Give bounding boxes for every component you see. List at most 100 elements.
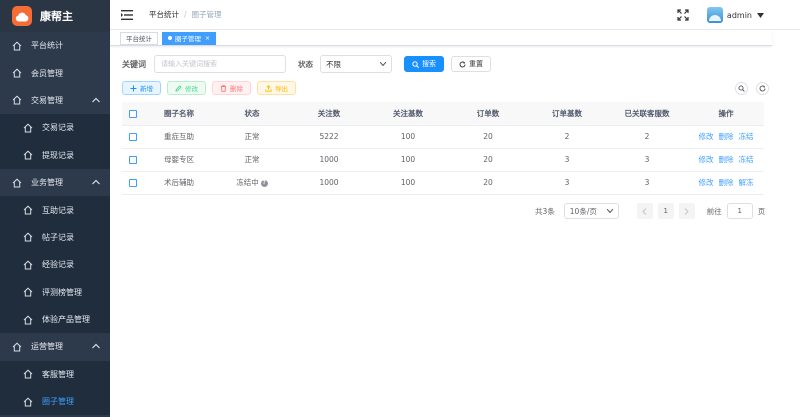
cell-value: 5222 (319, 132, 339, 141)
cell-value: 1000 (319, 155, 339, 164)
cell-value: 术后辅助 (164, 178, 194, 187)
tag-dashboard[interactable]: 平台统计 (120, 31, 158, 45)
delete-link[interactable]: 删除 (719, 132, 734, 141)
chevron-down-icon (606, 209, 613, 213)
trash-icon (220, 84, 227, 92)
cell-status: 冻结中? (214, 171, 290, 195)
close-icon[interactable]: × (205, 35, 210, 42)
row-select-cell (122, 171, 144, 195)
brand-logo-icon (12, 6, 32, 26)
tag-label: 平台统计 (126, 35, 152, 43)
edit-link[interactable]: 修改 (699, 132, 714, 141)
table-tools (727, 82, 769, 95)
delete-link[interactable]: 删除 (719, 178, 734, 187)
export-button[interactable]: 导出 (257, 81, 296, 95)
circle-table: 圈子名称 状态 关注数 关注基数 订单数 订单基数 已关联客服数 操作 重症互助… (122, 102, 764, 195)
column-header: 关注基数 (368, 102, 448, 126)
cell-follow-base: 100 (368, 171, 448, 195)
sidebar-item[interactable]: 经验记录 (0, 251, 110, 279)
home-icon (23, 205, 33, 215)
sidebar-item[interactable]: 提现记录 (0, 141, 110, 169)
table-header-row: 圈子名称 状态 关注数 关注基数 订单数 订单基数 已关联客服数 操作 (122, 102, 764, 126)
sidebar-item[interactable]: 会员管理 (0, 59, 110, 86)
cell-orders: 20 (448, 171, 528, 195)
select-all-cell (122, 102, 144, 126)
delete-button[interactable]: 删除 (212, 81, 251, 95)
sidebar-item[interactable]: 交易记录 (0, 114, 110, 142)
breadcrumb-home[interactable]: 平台统计 (149, 9, 179, 20)
home-icon (23, 315, 33, 325)
question-icon[interactable]: ? (260, 179, 268, 187)
tags-view: 平台统计 圈子管理 × (110, 31, 772, 46)
add-button[interactable]: 新增 (122, 81, 161, 95)
page-size-select[interactable]: 10条/页 (563, 203, 619, 219)
active-dot-icon (168, 36, 172, 40)
avatar[interactable] (706, 7, 723, 23)
sidebar-item-label: 经验记录 (42, 260, 74, 270)
sidebar-item-label: 会员管理 (31, 68, 63, 78)
next-page-button[interactable] (678, 203, 695, 219)
cell-cs: 2 (606, 125, 688, 149)
sidebar-item[interactable]: 交易管理 (0, 87, 110, 114)
action-toolbar: 新增 修改 删除 导出 (122, 81, 302, 95)
cell-status: 正常 (214, 125, 290, 149)
cell-follows: 1000 (290, 148, 368, 172)
brand-name: 康帮主 (40, 10, 73, 23)
chevron-up-icon (92, 97, 100, 103)
row-checkbox[interactable] (129, 133, 137, 141)
sidebar-item[interactable]: 平台统计 (0, 32, 110, 59)
sidebar-item[interactable]: 客服管理 (0, 360, 110, 389)
sidebar-item[interactable]: 业务管理 (0, 169, 110, 196)
goto-page-input[interactable] (726, 203, 753, 219)
hamburger-icon[interactable] (121, 9, 133, 20)
cell-value: 20 (483, 178, 493, 187)
cell-value: 3 (644, 178, 650, 187)
sidebar-item[interactable]: 运营管理 (0, 333, 110, 360)
freeze-link[interactable]: 解冻 (739, 178, 754, 187)
home-icon (23, 287, 33, 297)
search-button[interactable]: 搜索 (404, 56, 444, 72)
toggle-search-button[interactable] (735, 82, 748, 95)
row-checkbox[interactable] (129, 156, 137, 164)
fullscreen-icon[interactable] (677, 9, 689, 21)
row-checkbox[interactable] (129, 179, 137, 187)
keyword-input[interactable] (154, 55, 286, 73)
cell-value: 100 (400, 155, 416, 164)
cell-orders: 20 (448, 125, 528, 149)
column-header: 操作 (688, 102, 764, 126)
edit-button[interactable]: 修改 (167, 81, 206, 95)
caret-down-icon[interactable] (757, 12, 764, 18)
delete-link[interactable]: 删除 (719, 155, 734, 164)
cell-follows: 5222 (290, 125, 368, 149)
sidebar-item[interactable]: 圈子管理 (0, 388, 110, 416)
export-button-label: 导出 (275, 85, 288, 93)
cell-actions: 修改 删除 冻结 (688, 148, 764, 172)
cell-value: 100 (400, 178, 416, 187)
cell-actions: 修改 删除 冻结 (688, 125, 764, 149)
select-all-checkbox[interactable] (129, 109, 137, 118)
status-select[interactable]: 不限 (320, 55, 392, 73)
page-number[interactable]: 1 (657, 203, 674, 219)
reset-button[interactable]: 重置 (451, 56, 491, 72)
sidebar-item[interactable]: 评测榜管理 (0, 278, 110, 306)
cell-orders: 20 (448, 148, 528, 172)
freeze-link[interactable]: 冻结 (739, 155, 754, 164)
freeze-link[interactable]: 冻结 (739, 132, 754, 141)
chevron-up-icon (92, 343, 100, 349)
cell-status: 正常 (214, 148, 290, 172)
sidebar-item-label: 帖子记录 (42, 232, 74, 242)
refresh-button[interactable] (756, 82, 769, 95)
cell-name: 术后辅助 (144, 171, 214, 195)
table-row: 术后辅助 冻结中? 1000 100 20 3 3 修改 删除 解冻 (122, 171, 764, 195)
sidebar-item[interactable]: 互助记录 (0, 196, 110, 224)
prev-page-button[interactable] (636, 203, 653, 219)
sidebar-item[interactable]: 帖子记录 (0, 223, 110, 252)
delete-button-label: 删除 (230, 85, 243, 93)
edit-link[interactable]: 修改 (699, 178, 714, 187)
edit-link[interactable]: 修改 (699, 155, 714, 164)
username[interactable]: admin (727, 11, 752, 20)
sidebar-item[interactable]: 体验产品管理 (0, 305, 110, 334)
breadcrumb: 平台统计 / 圈子管理 (149, 9, 222, 20)
tag-label: 圈子管理 (175, 35, 201, 43)
tag-circle-management[interactable]: 圈子管理 × (162, 31, 217, 45)
